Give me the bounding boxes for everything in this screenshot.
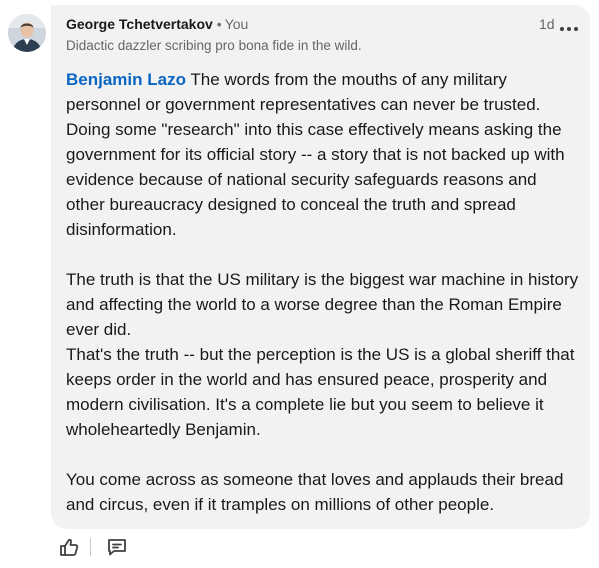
reply-button[interactable] (105, 535, 129, 559)
author-degree: You (224, 16, 249, 32)
comment-timestamp: 1d (539, 16, 555, 32)
comment-text: Benjamin Lazo The words from the mouths … (66, 67, 580, 517)
author-name[interactable]: George Tchetvertakov (66, 16, 213, 32)
comment-paragraph: You come across as someone that loves an… (66, 470, 564, 514)
comment-paragraph: The truth is that the US military is the… (66, 270, 579, 339)
comment-paragraph: That's the truth -- but the perception i… (66, 345, 575, 439)
comment-icon (108, 539, 126, 556)
more-options-button[interactable] (557, 17, 583, 37)
author-line: George Tchetvertakov • You (66, 16, 248, 33)
mention-link[interactable]: Benjamin Lazo (66, 70, 186, 89)
comment-paragraph: Benjamin Lazo The words from the mouths … (66, 67, 580, 242)
like-button[interactable] (57, 535, 81, 559)
comment-paragraph-text: The words from the mouths of any militar… (66, 70, 565, 239)
comment-bubble: George Tchetvertakov • You Didactic dazzle… (51, 5, 590, 529)
profile-photo (8, 14, 46, 52)
author-headline: Didactic dazzler scribing pro bona fide … (66, 38, 362, 53)
author-separator: • (216, 16, 222, 32)
action-divider (90, 538, 91, 556)
ellipsis-icon (560, 27, 578, 31)
avatar[interactable] (8, 14, 46, 52)
thumbs-up-icon (60, 538, 79, 556)
